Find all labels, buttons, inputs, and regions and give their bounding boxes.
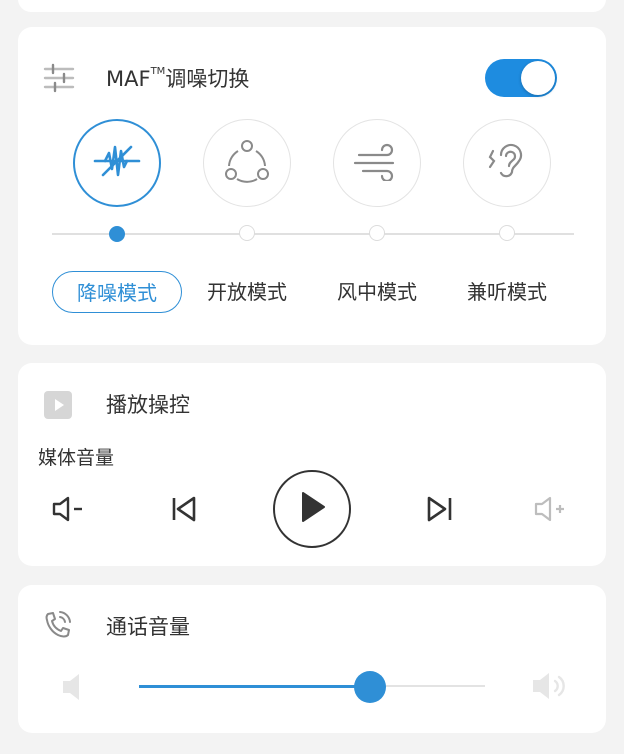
mode-button-wind[interactable] [333,119,421,207]
ear-icon [485,139,529,187]
wind-icon [353,141,401,185]
noise-cancel-icon [91,141,143,185]
mode-slider-dot-noise-cancel[interactable] [109,226,125,242]
mode-label-wind[interactable]: 风中模式 [312,271,442,313]
volume-up-button[interactable] [530,491,574,531]
mode-button-open[interactable] [203,119,291,207]
noise-control-title: MAFTM调噪切换 [106,63,249,93]
phone-call-icon [42,609,74,645]
speaker-high-icon [530,669,570,707]
noise-switch-label: 调噪切换 [165,67,250,91]
call-volume-card: 通话音量 [18,585,606,733]
playback-control-title: 播放操控 [106,393,190,417]
next-track-button[interactable] [418,491,462,531]
volume-down-icon [50,494,90,528]
call-volume-title: 通话音量 [106,615,190,639]
previous-track-icon [166,494,200,528]
mode-button-listen[interactable] [463,119,551,207]
play-box-icon [42,389,74,425]
trademark-mark: TM [150,66,166,77]
mode-slider-dot-open[interactable] [239,225,255,241]
previous-track-button[interactable] [161,491,205,531]
media-volume-label: 媒体音量 [38,447,115,469]
open-share-icon [223,139,271,187]
play-icon [297,490,327,528]
call-volume-remaining-track [371,685,485,687]
previous-card [18,0,606,12]
noise-control-toggle[interactable] [485,59,557,97]
call-volume-filled-track [139,685,371,688]
mode-label-open[interactable]: 开放模式 [182,271,312,313]
mode-button-noise-cancel[interactable] [73,119,161,207]
mode-label-noise-cancel[interactable]: 降噪模式 [52,271,182,313]
volume-down-button[interactable] [48,491,92,531]
volume-up-icon [532,494,572,528]
toggle-knob [521,61,555,95]
play-button[interactable] [273,470,351,548]
mode-slider-dot-listen[interactable] [499,225,515,241]
maf-label: MAF [106,67,151,91]
equalizer-settings-icon [42,63,76,97]
playback-control-card: 播放操控 媒体音量 [18,363,606,566]
call-volume-slider-thumb[interactable] [354,671,386,703]
speaker-low-icon [60,671,86,707]
mode-label-listen[interactable]: 兼听模式 [442,271,572,313]
next-track-icon [423,494,457,528]
noise-control-card: MAFTM调噪切换 降噪模式 开放模式 风中模式 兼听模式 [18,27,606,345]
mode-slider-dot-wind[interactable] [369,225,385,241]
mode-slider-track [52,233,574,235]
